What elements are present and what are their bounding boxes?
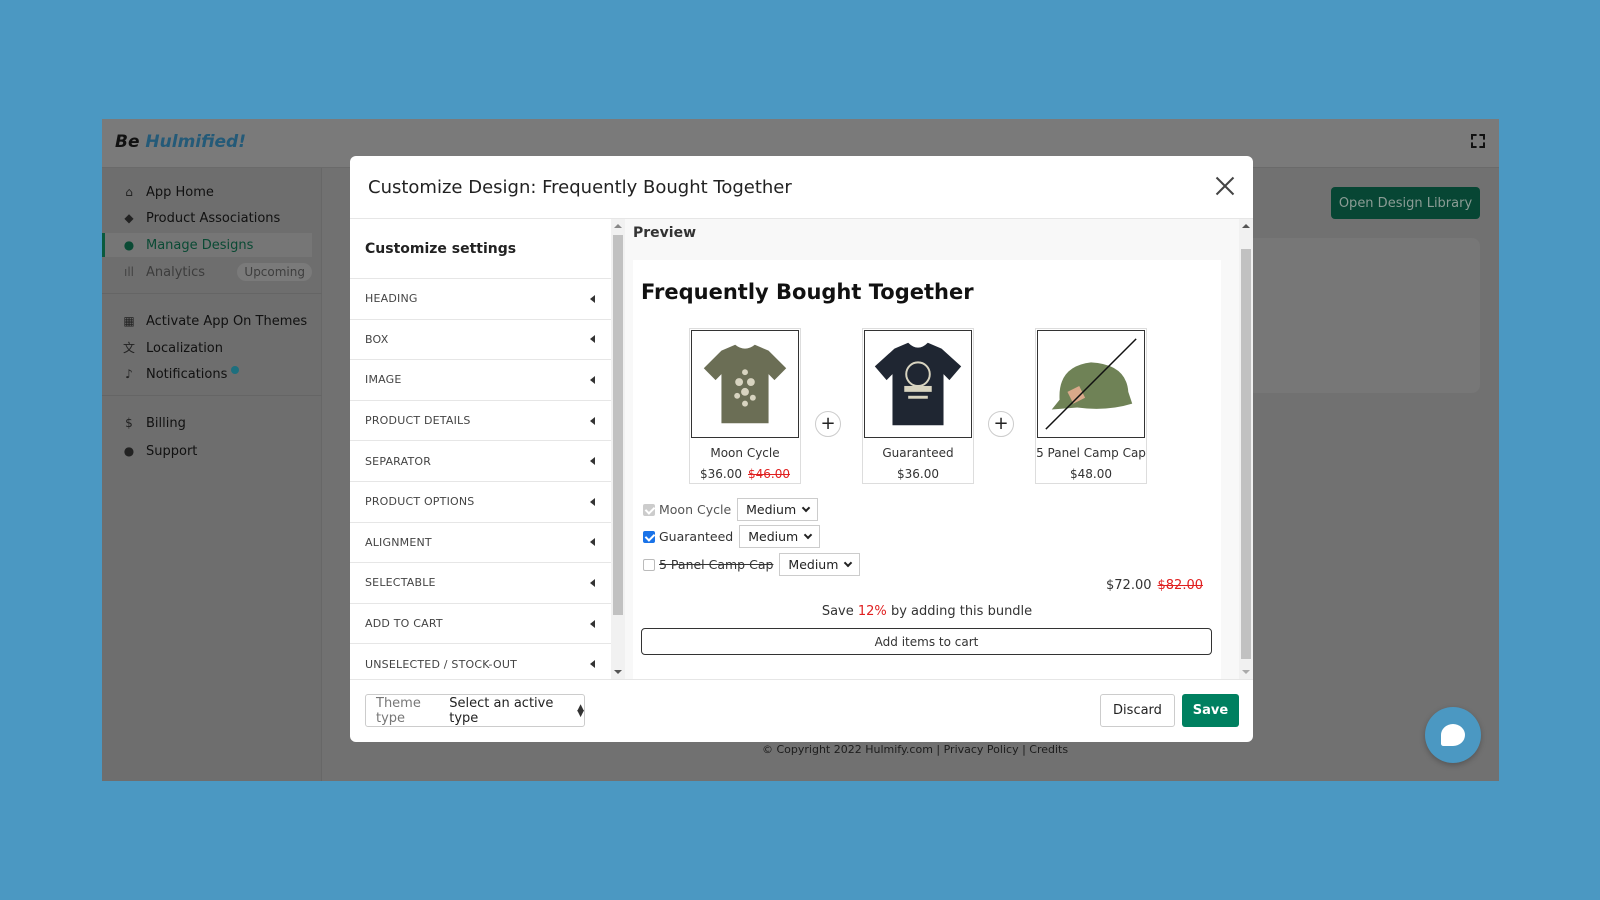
- option-row: Moon Cycle Medium: [643, 498, 819, 521]
- bundle-total: $72.00 $82.00: [1106, 578, 1203, 593]
- accordion-add-to-cart[interactable]: ADD TO CART: [350, 604, 611, 645]
- product-image-moon-cycle: [691, 330, 799, 438]
- settings-panel: Customize settings HEADING BOX IMAGE PRODUC…: [350, 219, 611, 679]
- accordion-separator[interactable]: SEPARATOR: [350, 441, 611, 482]
- sidebar-item-manage-designs[interactable]: ● Manage Designs: [102, 233, 312, 257]
- accordion-image[interactable]: IMAGE: [350, 360, 611, 401]
- add-to-cart-button[interactable]: Add items to cart: [641, 628, 1212, 655]
- sidebar-item-localization[interactable]: 文 Localization: [102, 336, 312, 360]
- modal-title: Customize Design: Frequently Bought Toge…: [368, 176, 792, 198]
- save-button[interactable]: Save: [1182, 694, 1239, 727]
- checkbox-camp-cap[interactable]: [643, 558, 655, 571]
- scroll-down-icon[interactable]: [614, 670, 622, 674]
- divider: [102, 293, 322, 294]
- settings-title: Customize settings: [350, 219, 611, 279]
- caret-left-icon: [590, 375, 595, 384]
- sidebar: ⌂ App Home ◆ Product Associations ● Manage …: [102, 168, 322, 781]
- chevron-down-icon: [844, 558, 853, 568]
- preview-panel: Preview Frequently Bought Together Moon …: [625, 219, 1239, 679]
- notification-dot: [231, 366, 240, 374]
- scroll-thumb[interactable]: [613, 235, 623, 615]
- product-card[interactable]: Guaranteed $36.00: [862, 328, 974, 484]
- content-card: [1242, 238, 1480, 393]
- scroll-thumb[interactable]: [1241, 249, 1251, 659]
- select-arrows-icon: ▲ ▼: [577, 702, 584, 719]
- close-icon[interactable]: [1215, 176, 1235, 196]
- caret-left-icon: [590, 457, 595, 466]
- caret-left-icon: [590, 294, 595, 303]
- theme-type-select[interactable]: Theme type Select an active type ▲ ▼: [365, 694, 585, 727]
- logo: Be Hulmified!: [115, 132, 246, 152]
- sidebar-item-notifications[interactable]: ♪ Notifications: [102, 362, 312, 386]
- bundle-widget: Frequently Bought Together Moon Cycle $3…: [633, 260, 1221, 679]
- modal-header: Customize Design: Frequently Bought Toge…: [350, 156, 1253, 219]
- sidebar-item-billing[interactable]: $ Billing: [102, 411, 312, 435]
- chat-bubble-icon: [1441, 724, 1465, 746]
- caret-left-icon: [590, 497, 595, 506]
- sidebar-item-support[interactable]: ● Support: [102, 439, 312, 463]
- caret-left-icon: [590, 335, 595, 344]
- product-image-guaranteed: [864, 330, 972, 438]
- bundle-heading: Frequently Bought Together: [641, 280, 974, 304]
- option-row: 5 Panel Camp Cap Medium: [643, 553, 861, 576]
- sidebar-item-product-associations[interactable]: ◆ Product Associations: [102, 206, 312, 230]
- accordion-alignment[interactable]: ALIGNMENT: [350, 523, 611, 564]
- variant-select[interactable]: Medium: [739, 525, 821, 548]
- divider: [102, 395, 322, 396]
- fullscreen-icon[interactable]: [1471, 134, 1485, 148]
- product-card[interactable]: Moon Cycle $36.00 $46.00: [689, 328, 801, 484]
- settings-scrollbar[interactable]: [611, 219, 625, 679]
- caret-left-icon: [590, 660, 595, 669]
- product-card[interactable]: 5 Panel Camp Cap $48.00: [1035, 328, 1147, 484]
- plus-icon: +: [815, 411, 841, 437]
- accordion-box[interactable]: BOX: [350, 320, 611, 361]
- caret-left-icon: [590, 578, 595, 587]
- checkbox-moon-cycle[interactable]: [643, 503, 655, 516]
- copyright-footer: © Copyright 2022 Hulmify.com | Privacy P…: [762, 743, 1069, 756]
- discard-button[interactable]: Discard: [1100, 694, 1175, 727]
- sidebar-item-app-home[interactable]: ⌂ App Home: [102, 180, 312, 204]
- translate-icon: 文: [122, 341, 135, 355]
- bar-chart-icon: ıll: [123, 265, 134, 279]
- modal-footer: Theme type Select an active type ▲ ▼ Discar…: [350, 679, 1253, 742]
- palette-icon: ●: [123, 238, 135, 252]
- scroll-up-icon[interactable]: [1242, 224, 1250, 228]
- savings-message: Save 12% by adding this bundle: [821, 604, 1033, 619]
- tag-icon: ◆: [124, 211, 134, 225]
- option-row: Guaranteed Medium: [643, 525, 821, 548]
- chevron-down-icon: [801, 503, 811, 513]
- upcoming-badge: Upcoming: [237, 263, 312, 281]
- scroll-down-icon[interactable]: [1242, 670, 1250, 674]
- chat-icon: ●: [123, 444, 135, 458]
- layout-icon: ▦: [123, 314, 135, 328]
- accordion-product-options[interactable]: PRODUCT OPTIONS: [350, 482, 611, 523]
- open-design-library-button[interactable]: Open Design Library: [1331, 187, 1480, 219]
- chevron-down-icon: [803, 530, 813, 540]
- plus-icon: +: [988, 411, 1014, 437]
- sidebar-item-activate-app[interactable]: ▦ Activate App On Themes: [102, 309, 312, 333]
- chat-widget-button[interactable]: [1425, 707, 1481, 763]
- customize-design-modal: Customize Design: Frequently Bought Toge…: [350, 156, 1253, 742]
- accordion-selectable[interactable]: SELECTABLE: [350, 563, 611, 604]
- preview-scrollbar[interactable]: [1239, 219, 1253, 679]
- caret-left-icon: [590, 619, 595, 628]
- preview-label: Preview: [633, 225, 697, 241]
- accordion-unselected-stock-out[interactable]: UNSELECTED / STOCK-OUT: [350, 644, 611, 679]
- scroll-up-icon[interactable]: [614, 224, 622, 228]
- caret-left-icon: [590, 416, 595, 425]
- product-image-camp-cap: [1037, 330, 1145, 438]
- accordion-product-details[interactable]: PRODUCT DETAILS: [350, 401, 611, 442]
- variant-select[interactable]: Medium: [737, 498, 819, 521]
- sidebar-item-analytics[interactable]: ıll Analytics Upcoming: [102, 260, 312, 284]
- home-icon: ⌂: [125, 185, 133, 199]
- bell-icon: ♪: [125, 367, 133, 381]
- variant-select[interactable]: Medium: [779, 553, 861, 576]
- accordion-heading[interactable]: HEADING: [350, 279, 611, 320]
- receipt-icon: $: [125, 416, 133, 430]
- caret-left-icon: [590, 538, 595, 547]
- checkbox-guaranteed[interactable]: [643, 530, 655, 543]
